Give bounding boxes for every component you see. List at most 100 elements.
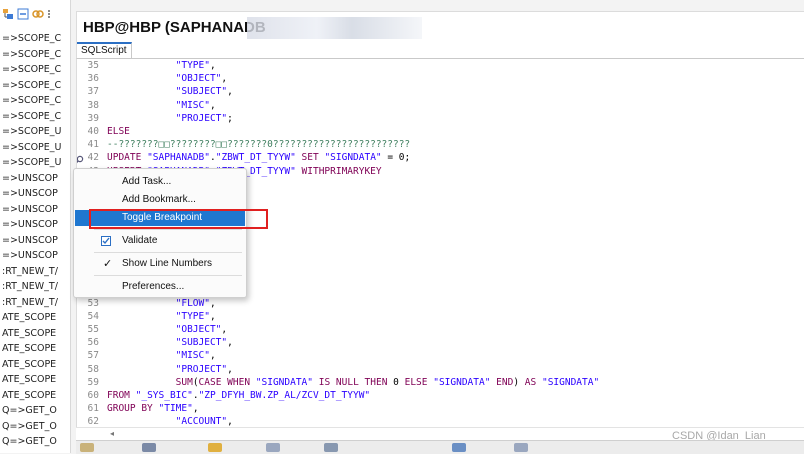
- outline-item[interactable]: =>SCOPE_C: [0, 47, 62, 63]
- bottom-views-bar: [76, 440, 804, 454]
- code-text: "TYPE",: [175, 310, 216, 322]
- menu-separator: [94, 252, 242, 253]
- menu-item-add-task[interactable]: Add Task...: [75, 174, 245, 190]
- code-text: "MISC",: [175, 350, 216, 362]
- code-text: "MISC",: [175, 99, 216, 111]
- hierarchy-icon[interactable]: [2, 7, 14, 19]
- code-line: 55 "OBJECT",: [77, 323, 804, 336]
- scroll-left-icon[interactable]: ◂: [110, 429, 114, 438]
- view-icon[interactable]: [142, 443, 156, 452]
- code-line: 61 GROUP BY "TIME",: [77, 402, 804, 415]
- outline-item[interactable]: :RT_NEW_T/: [0, 295, 62, 311]
- code-text: "ACCOUNT",: [175, 416, 233, 427]
- code-line: 36 "OBJECT",: [77, 72, 804, 85]
- code-text: "PROJECT";: [175, 112, 233, 124]
- code-text: GROUP BY "TIME",: [107, 403, 199, 415]
- outline-item[interactable]: ATE_SCOPE: [0, 341, 62, 357]
- highlight-box: [89, 209, 268, 229]
- outline-item[interactable]: ATE_SCOPE: [0, 372, 62, 388]
- view-icon[interactable]: [452, 443, 466, 452]
- outline-item[interactable]: =>SCOPE_C: [0, 109, 62, 125]
- outline-item[interactable]: =>UNSCOP: [0, 248, 62, 264]
- code-line: 41 --???????□□????????□□???????0?????????…: [77, 138, 804, 151]
- connection-title: HBP@HBP (SAPHANADB: [83, 19, 266, 36]
- outline-item[interactable]: =>SCOPE_C: [0, 62, 62, 78]
- search-marker-icon: [77, 152, 84, 164]
- code-line: 59 SUM(CASE WHEN "SIGNDATA" IS NULL THEN…: [77, 376, 804, 389]
- outline-item[interactable]: =>SCOPE_U: [0, 140, 62, 156]
- code-line: 42 UPDATE "SAPHANADB"."ZBWT_DT_TYYW" SET …: [77, 151, 804, 164]
- code-text: "SUBJECT",: [175, 86, 233, 98]
- outline-list: =>SCOPE_C =>SCOPE_C =>SCOPE_C =>SCOPE_C =>SC…: [0, 31, 62, 450]
- code-line: 38 "MISC",: [77, 99, 804, 112]
- context-menu: Add Task... Add Bookmark... Toggle Break…: [73, 168, 247, 298]
- outline-item[interactable]: :RT_NEW_T/: [0, 264, 62, 280]
- code-line: 62 "ACCOUNT",: [77, 415, 804, 427]
- code-text: "PROJECT",: [175, 363, 233, 375]
- code-line: 57 "MISC",: [77, 349, 804, 362]
- line-number: 35: [87, 60, 99, 71]
- line-number: 58: [87, 363, 99, 375]
- menu-item-add-bookmark[interactable]: Add Bookmark...: [75, 192, 245, 208]
- code-line: 60 FROM "_SYS_BIC"."ZP_DFYH_BW.ZP_AL/ZCV_…: [77, 389, 804, 402]
- code-line: 56 "SUBJECT",: [77, 336, 804, 349]
- checkbox-checked-icon: [101, 236, 111, 246]
- outline-item[interactable]: ATE_SCOPE: [0, 357, 62, 373]
- code-line: 54 "TYPE",: [77, 310, 804, 323]
- outline-item[interactable]: =>SCOPE_U: [0, 155, 62, 171]
- view-icon[interactable]: [324, 443, 338, 452]
- menu-item-preferences[interactable]: Preferences...: [75, 279, 245, 295]
- outline-item[interactable]: Q=>GET_O: [0, 434, 62, 450]
- code-text: --???????□□????????□□???????0???????????…: [107, 139, 411, 151]
- view-icon[interactable]: [208, 443, 222, 452]
- outline-item[interactable]: =>UNSCOP: [0, 217, 62, 233]
- line-number: 57: [87, 350, 99, 362]
- outline-item[interactable]: =>UNSCOP: [0, 202, 62, 218]
- code-line: 35 "TYPE",: [77, 59, 804, 72]
- line-number: 39: [87, 112, 99, 124]
- view-icon[interactable]: [80, 443, 94, 452]
- outline-item[interactable]: Q=>GET_O: [0, 403, 62, 419]
- outline-item[interactable]: =>SCOPE_C: [0, 31, 62, 47]
- editor-header: HBP@HBP (SAPHANADB: [76, 11, 804, 44]
- menu-separator: [94, 229, 242, 230]
- outline-panel: =>SCOPE_C =>SCOPE_C =>SCOPE_C =>SCOPE_C =>SC…: [0, 0, 71, 453]
- code-text: FROM "_SYS_BIC"."ZP_DFYH_BW.ZP_AL/ZCV_DT…: [107, 390, 371, 401]
- outline-item[interactable]: ATE_SCOPE: [0, 310, 62, 326]
- line-number: 40: [87, 126, 99, 137]
- outline-item[interactable]: Q=>GET_O: [0, 419, 62, 435]
- view-icon[interactable]: [266, 443, 280, 452]
- view-menu-icon[interactable]: [47, 7, 51, 19]
- line-number: 37: [87, 86, 99, 98]
- outline-item[interactable]: =>UNSCOP: [0, 186, 62, 202]
- code-text: SUM(CASE WHEN "SIGNDATA" IS NULL THEN 0 …: [175, 376, 600, 388]
- menu-item-validate[interactable]: Validate: [75, 233, 245, 249]
- collapse-all-icon[interactable]: [17, 7, 29, 20]
- outline-item[interactable]: =>SCOPE_U: [0, 124, 62, 140]
- line-number: 62: [87, 416, 99, 427]
- editor-tab-row: SQLScript: [76, 42, 804, 59]
- outline-item[interactable]: =>SCOPE_C: [0, 78, 62, 94]
- checkmark-icon: ✓: [103, 258, 113, 270]
- code-line: 39 "PROJECT";: [77, 112, 804, 125]
- outline-item[interactable]: ATE_SCOPE: [0, 388, 62, 404]
- line-number: 56: [87, 337, 99, 349]
- tab-sqlscript[interactable]: SQLScript: [77, 42, 132, 58]
- menu-item-show-line-numbers[interactable]: ✓ Show Line Numbers: [75, 256, 245, 272]
- menu-separator: [94, 275, 242, 276]
- view-icon[interactable]: [514, 443, 528, 452]
- code-text: "OBJECT",: [175, 324, 228, 335]
- line-number: 38: [87, 99, 99, 111]
- outline-item[interactable]: =>UNSCOP: [0, 171, 62, 187]
- outline-item[interactable]: ATE_SCOPE: [0, 326, 62, 342]
- outline-item[interactable]: :RT_NEW_T/: [0, 279, 62, 295]
- code-line: 37 "SUBJECT",: [77, 85, 804, 98]
- link-editor-icon[interactable]: [32, 7, 44, 19]
- redacted-area: [247, 17, 422, 39]
- outline-item[interactable]: =>UNSCOP: [0, 233, 62, 249]
- code-text: "TYPE",: [175, 60, 216, 71]
- code-line: 58 "PROJECT",: [77, 363, 804, 376]
- outline-item[interactable]: =>SCOPE_C: [0, 93, 62, 109]
- code-text: "OBJECT",: [175, 73, 228, 85]
- line-number: 54: [87, 310, 99, 322]
